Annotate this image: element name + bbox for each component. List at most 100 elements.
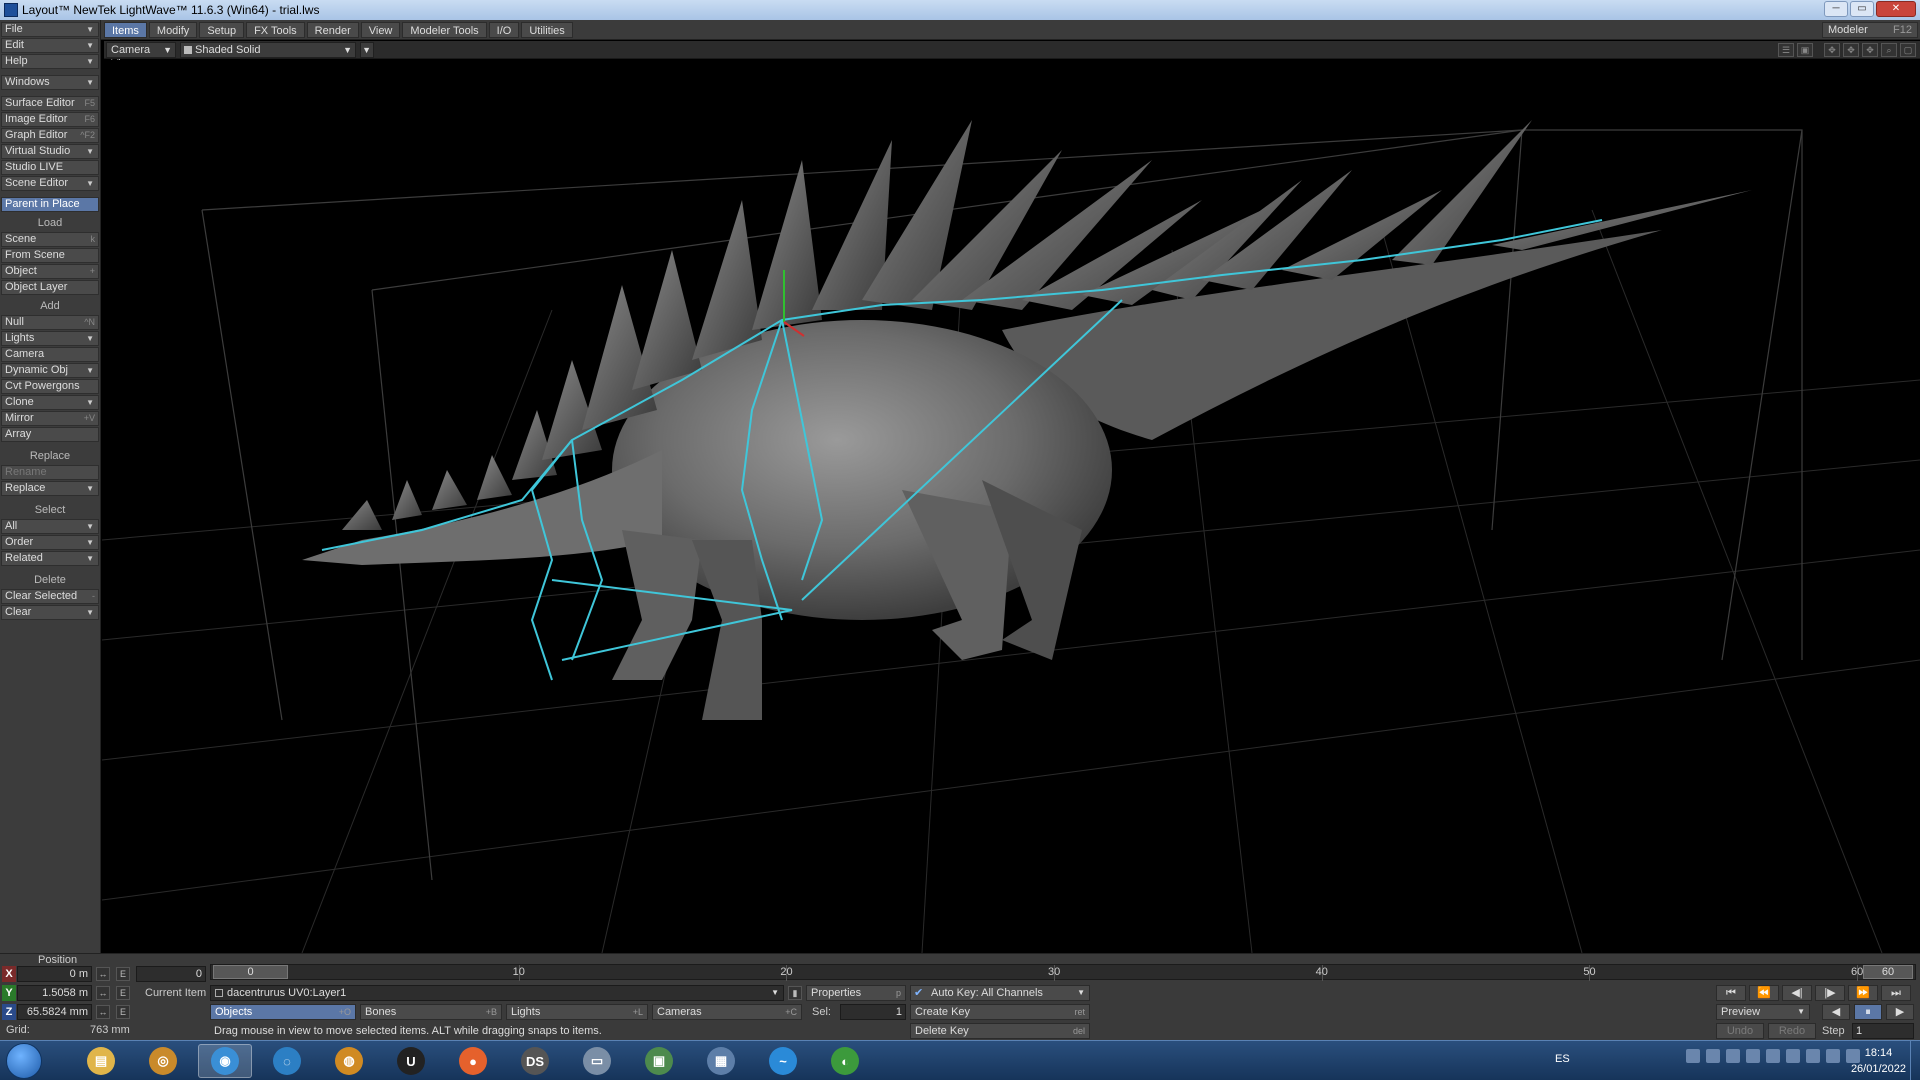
from-scene-button[interactable]: From Scene	[1, 248, 99, 263]
last-frame-button[interactable]: ⏭	[1881, 985, 1911, 1001]
tray-app-icon[interactable]	[1686, 1049, 1700, 1063]
zoom-icon[interactable]: ⌕	[1881, 43, 1897, 57]
scene-button[interactable]: Scene k	[1, 232, 99, 247]
language-indicator[interactable]: ES	[1555, 1053, 1570, 1065]
volume-icon[interactable]	[1826, 1049, 1840, 1063]
replace-button[interactable]: Replace	[1, 481, 99, 496]
maximize-button[interactable]: ▭	[1850, 1, 1874, 17]
item-info-icon[interactable]: ▮	[788, 986, 802, 1000]
scene-editor-button[interactable]: Scene Editor	[1, 176, 99, 191]
null-button[interactable]: Null ^N	[1, 315, 99, 330]
tab-modeler-tools[interactable]: Modeler Tools	[402, 22, 487, 38]
properties-button[interactable]: Properties p	[806, 985, 906, 1001]
auto-key-checkbox[interactable]: ✔	[914, 986, 923, 1000]
help-button[interactable]: Help	[1, 54, 99, 69]
clock[interactable]: 18:14 26/01/2022	[1851, 1045, 1906, 1077]
rename-button[interactable]: Rename	[1, 465, 99, 480]
end-frame-field[interactable]: 60	[1863, 965, 1913, 979]
tab-i-o[interactable]: I/O	[488, 22, 520, 38]
previous-key-button[interactable]: ⏪	[1749, 985, 1779, 1001]
taskbar-app-button[interactable]: ●	[446, 1044, 500, 1078]
play-forward-button[interactable]: ▶	[1886, 1004, 1914, 1020]
auto-key-select[interactable]: ✔ Auto Key: All Channels ▼	[910, 985, 1090, 1001]
z-position-field[interactable]: 65.5824 mm	[17, 1004, 92, 1020]
camera-button[interactable]: Camera	[1, 347, 99, 362]
clear-button[interactable]: Clear	[1, 605, 99, 620]
object-layer-button[interactable]: Object Layer	[1, 280, 99, 295]
view-mode-select[interactable]: Camera View ▼	[106, 42, 176, 70]
parent-in-place-button[interactable]: Parent in Place	[1, 197, 99, 212]
z-channel-icon[interactable]: ↔	[96, 1005, 110, 1019]
cvt-powergons-button[interactable]: Cvt Powergons	[1, 379, 99, 394]
taskbar-app-button[interactable]: ◍	[322, 1044, 376, 1078]
next-frame-button[interactable]: |▶	[1815, 985, 1845, 1001]
taskbar-app-button[interactable]: ▤	[74, 1044, 128, 1078]
undo-button[interactable]: Undo	[1716, 1023, 1764, 1039]
viewport-options-dropdown[interactable]: ▼	[360, 42, 374, 58]
graph-editor-button[interactable]: Graph Editor ^F2	[1, 128, 99, 143]
tab-view[interactable]: View	[360, 22, 401, 38]
taskbar-app-button[interactable]: U	[384, 1044, 438, 1078]
tab-utilities[interactable]: Utilities	[521, 22, 573, 38]
taskbar-app-button[interactable]: ~	[756, 1044, 810, 1078]
taskbar-app-button[interactable]: ▦	[694, 1044, 748, 1078]
tab-modify[interactable]: Modify	[148, 22, 198, 38]
taskbar-app-button[interactable]: ◉	[198, 1044, 252, 1078]
close-button[interactable]: ✕	[1876, 1, 1916, 17]
tab-render[interactable]: Render	[306, 22, 359, 38]
current-item-select[interactable]: dacentrurus UV0:Layer1 ▼	[210, 985, 784, 1001]
related-button[interactable]: Related	[1, 551, 99, 566]
taskbar-app-button[interactable]: ▣	[632, 1044, 686, 1078]
surface-editor-button[interactable]: Surface Editor F5	[1, 96, 99, 111]
first-frame-button[interactable]: ⏮	[1716, 985, 1746, 1001]
file-button[interactable]: File	[1, 22, 99, 37]
pause-button[interactable]: ⏸	[1854, 1004, 1882, 1020]
z-envelope-button[interactable]: E	[116, 1005, 130, 1019]
step-field[interactable]: 1	[1852, 1023, 1914, 1039]
preview-select[interactable]: Preview	[1716, 1004, 1810, 1020]
studio-live-button[interactable]: Studio LIVE	[1, 160, 99, 175]
start-frame-field[interactable]: 0	[136, 966, 206, 982]
tab-setup[interactable]: Setup	[199, 22, 245, 38]
y-channel-icon[interactable]: ↔	[96, 986, 110, 1000]
start-button[interactable]	[6, 1043, 42, 1079]
tray-app-icon[interactable]	[1726, 1049, 1740, 1063]
object-button[interactable]: Object +	[1, 264, 99, 279]
timeline-slider[interactable]: 0 60 10 20 30 40 50 60	[210, 964, 1916, 981]
array-button[interactable]: Array	[1, 427, 99, 442]
pan-icon[interactable]: ✥	[1862, 43, 1878, 57]
x-envelope-button[interactable]: E	[116, 967, 130, 981]
dynamic-obj-button[interactable]: Dynamic Obj	[1, 363, 99, 378]
3d-viewport[interactable]	[102, 60, 1920, 953]
objects-type-button[interactable]: Objects +O	[210, 1004, 356, 1020]
tab-items[interactable]: Items	[104, 22, 147, 38]
tray-app-icon[interactable]	[1766, 1049, 1780, 1063]
flag-icon[interactable]	[1786, 1049, 1800, 1063]
show-desktop-button[interactable]	[1910, 1041, 1920, 1080]
delete-key-button[interactable]: Delete Key del	[910, 1023, 1090, 1039]
shading-select[interactable]: Shaded Solid ▼	[180, 42, 356, 58]
create-key-button[interactable]: Create Key ret	[910, 1004, 1090, 1020]
clone-button[interactable]: Clone	[1, 395, 99, 410]
lights-button[interactable]: Lights	[1, 331, 99, 346]
taskbar-app-button[interactable]: ◌	[260, 1044, 314, 1078]
clear-selected-button[interactable]: Clear Selected -	[1, 589, 99, 604]
play-backward-button[interactable]: ◀	[1822, 1004, 1850, 1020]
previous-frame-button[interactable]: ◀|	[1782, 985, 1812, 1001]
redo-button[interactable]: Redo	[1768, 1023, 1816, 1039]
cameras-type-button[interactable]: Cameras +C	[652, 1004, 802, 1020]
next-key-button[interactable]: ⏩	[1848, 985, 1878, 1001]
edit-button[interactable]: Edit	[1, 38, 99, 53]
bones-type-button[interactable]: Bones +B	[360, 1004, 502, 1020]
mirror-button[interactable]: Mirror +V	[1, 411, 99, 426]
taskbar-app-button[interactable]: ◎	[136, 1044, 190, 1078]
taskbar-app-button[interactable]: DS	[508, 1044, 562, 1078]
list-icon[interactable]: ☰	[1778, 43, 1794, 57]
taskbar-app-button[interactable]: ◐	[818, 1044, 872, 1078]
tray-app-icon[interactable]	[1746, 1049, 1760, 1063]
windows-button[interactable]: Windows	[1, 75, 99, 90]
playhead[interactable]: 0	[213, 965, 288, 979]
all-button[interactable]: All	[1, 519, 99, 534]
minimize-button[interactable]: ─	[1824, 1, 1848, 17]
x-channel-icon[interactable]: ↔	[96, 967, 110, 981]
